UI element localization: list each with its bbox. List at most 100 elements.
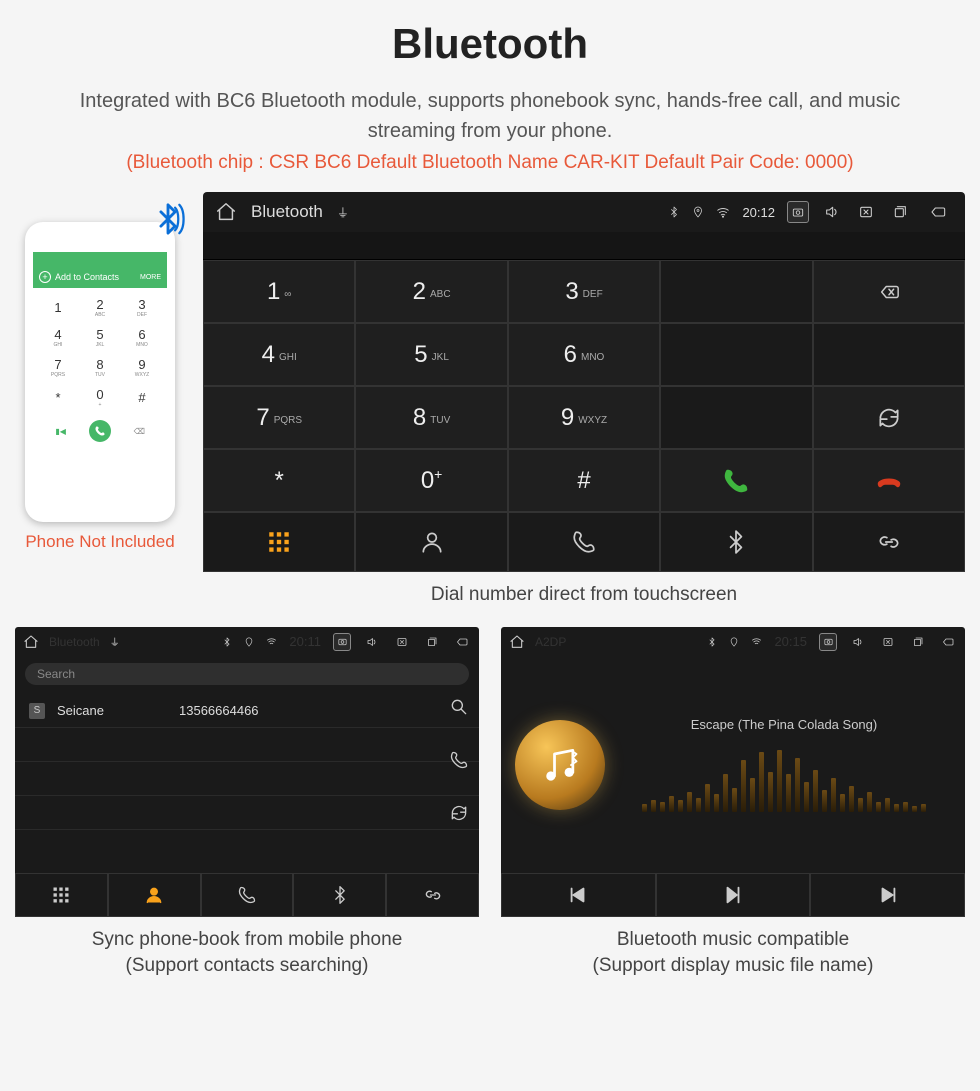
phone-key: 8TUV xyxy=(81,354,119,380)
back-icon[interactable] xyxy=(453,633,471,651)
phone-key: 0+ xyxy=(81,384,119,410)
dial-key-0[interactable]: 0+ xyxy=(355,449,507,512)
back-icon[interactable] xyxy=(923,201,953,223)
refresh-icon[interactable] xyxy=(449,803,469,828)
recent-apps-icon[interactable] xyxy=(423,633,441,651)
video-call-icon: ▮◀ xyxy=(50,420,72,442)
contacts-list: SSeicane13566664466 xyxy=(15,691,479,873)
header-title: Bluetooth xyxy=(251,202,323,222)
close-app-icon[interactable] xyxy=(855,201,877,223)
dial-key-1[interactable]: 1∞ xyxy=(203,260,355,323)
recent-apps-icon[interactable] xyxy=(909,633,927,651)
nav-bluetooth[interactable] xyxy=(293,873,386,917)
nav-pair[interactable] xyxy=(386,873,479,917)
home-icon[interactable] xyxy=(509,634,525,650)
contact-badge: S xyxy=(29,703,45,719)
nav-call-log[interactable] xyxy=(508,512,660,572)
back-icon[interactable] xyxy=(939,633,957,651)
call-icon[interactable] xyxy=(449,750,469,775)
dial-key-3[interactable]: 3DEF xyxy=(508,260,660,323)
empty-row xyxy=(15,728,479,762)
status-bar: Bluetooth ⏚ 20:12 xyxy=(203,192,965,232)
call-button[interactable] xyxy=(660,449,812,512)
hangup-button[interactable] xyxy=(813,449,965,512)
album-art xyxy=(515,720,605,810)
bottom-nav xyxy=(203,512,965,572)
empty-row xyxy=(15,762,479,796)
dial-key-5[interactable]: 5JKL xyxy=(355,323,507,386)
phone-key: 1 xyxy=(39,294,77,320)
nav-contacts[interactable] xyxy=(108,873,201,917)
clock-time: 20:15 xyxy=(774,634,807,649)
empty-row xyxy=(15,796,479,830)
volume-icon[interactable] xyxy=(363,633,381,651)
phone-caption: Phone Not Included xyxy=(15,532,185,552)
music-caption: Bluetooth music compatible(Support displ… xyxy=(501,927,965,980)
nav-pair[interactable] xyxy=(813,512,965,572)
empty-cell xyxy=(813,323,965,386)
add-contacts-label: Add to Contacts xyxy=(55,272,119,282)
dial-key-2[interactable]: 2ABC xyxy=(355,260,507,323)
search-icon[interactable] xyxy=(449,697,469,722)
prev-track-button[interactable] xyxy=(501,873,656,917)
contacts-panel: Bluetooth ⏚ 20:11 Search xyxy=(15,627,479,917)
header-title: A2DP xyxy=(535,635,566,649)
dial-key-*[interactable]: * xyxy=(203,449,355,512)
add-contact-icon: + xyxy=(39,271,51,283)
next-track-button[interactable] xyxy=(810,873,965,917)
home-icon[interactable] xyxy=(23,634,39,650)
phone-key: 6MNO xyxy=(123,324,161,350)
dial-key-9[interactable]: 9WXYZ xyxy=(508,386,660,449)
recent-apps-icon[interactable] xyxy=(889,201,911,223)
nav-dialpad[interactable] xyxy=(15,873,108,917)
close-app-icon[interactable] xyxy=(393,633,411,651)
nav-contacts[interactable] xyxy=(355,512,507,572)
dial-key-6[interactable]: 6MNO xyxy=(508,323,660,386)
phone-mock: + Add to Contacts MORE 12ABC3DEF4GHI5JKL… xyxy=(25,222,175,522)
usb-icon: ⏚ xyxy=(110,634,120,649)
track-title: Escape (The Pina Colada Song) xyxy=(617,717,951,732)
dial-grid: 1∞2ABC3DEF 4GHI5JKL6MNO 7PQRS8TUV9WXYZ *0+# xyxy=(203,260,965,512)
redial-button[interactable] xyxy=(813,386,965,449)
dial-key-8[interactable]: 8TUV xyxy=(355,386,507,449)
screenshot-icon[interactable] xyxy=(819,633,837,651)
number-display xyxy=(203,232,965,260)
contact-row[interactable]: SSeicane13566664466 xyxy=(15,695,479,728)
status-bar: A2DP 20:15 xyxy=(501,627,965,657)
phone-key: 2ABC xyxy=(81,294,119,320)
empty-cell xyxy=(660,386,812,449)
volume-icon[interactable] xyxy=(821,201,843,223)
empty-cell xyxy=(660,260,812,323)
play-pause-button[interactable] xyxy=(656,873,811,917)
dial-key-4[interactable]: 4GHI xyxy=(203,323,355,386)
bluetooth-status-icon xyxy=(222,637,232,647)
screenshot-icon[interactable] xyxy=(787,201,809,223)
phone-key: 4GHI xyxy=(39,324,77,350)
backspace-button[interactable] xyxy=(813,260,965,323)
nav-call-log[interactable] xyxy=(201,873,294,917)
volume-icon[interactable] xyxy=(849,633,867,651)
phone-keypad: 12ABC3DEF4GHI5JKL6MNO7PQRS8TUV9WXYZ*0+# xyxy=(33,288,167,416)
bluetooth-status-icon xyxy=(668,206,680,218)
nav-bluetooth[interactable] xyxy=(660,512,812,572)
home-icon[interactable] xyxy=(215,201,237,223)
phone-key: 7PQRS xyxy=(39,354,77,380)
location-icon xyxy=(244,637,254,647)
nav-dialpad[interactable] xyxy=(203,512,355,572)
dialer-panel: Bluetooth ⏚ 20:12 xyxy=(203,192,965,572)
screenshot-icon[interactable] xyxy=(333,633,351,651)
backspace-icon: ⌫ xyxy=(128,420,150,442)
empty-cell xyxy=(660,323,812,386)
dial-key-7[interactable]: 7PQRS xyxy=(203,386,355,449)
search-input[interactable]: Search xyxy=(25,663,469,685)
close-app-icon[interactable] xyxy=(879,633,897,651)
location-icon xyxy=(729,637,739,647)
dial-key-#[interactable]: # xyxy=(508,449,660,512)
phone-key: 5JKL xyxy=(81,324,119,350)
visualizer xyxy=(617,742,951,812)
status-bar: Bluetooth ⏚ 20:11 xyxy=(15,627,479,657)
phone-key: 9WXYZ xyxy=(123,354,161,380)
dialer-caption: Dial number direct from touchscreen xyxy=(203,582,965,609)
contact-name: Seicane xyxy=(57,703,167,718)
spec-line: (Bluetooth chip : CSR BC6 Default Blueto… xyxy=(15,152,965,174)
